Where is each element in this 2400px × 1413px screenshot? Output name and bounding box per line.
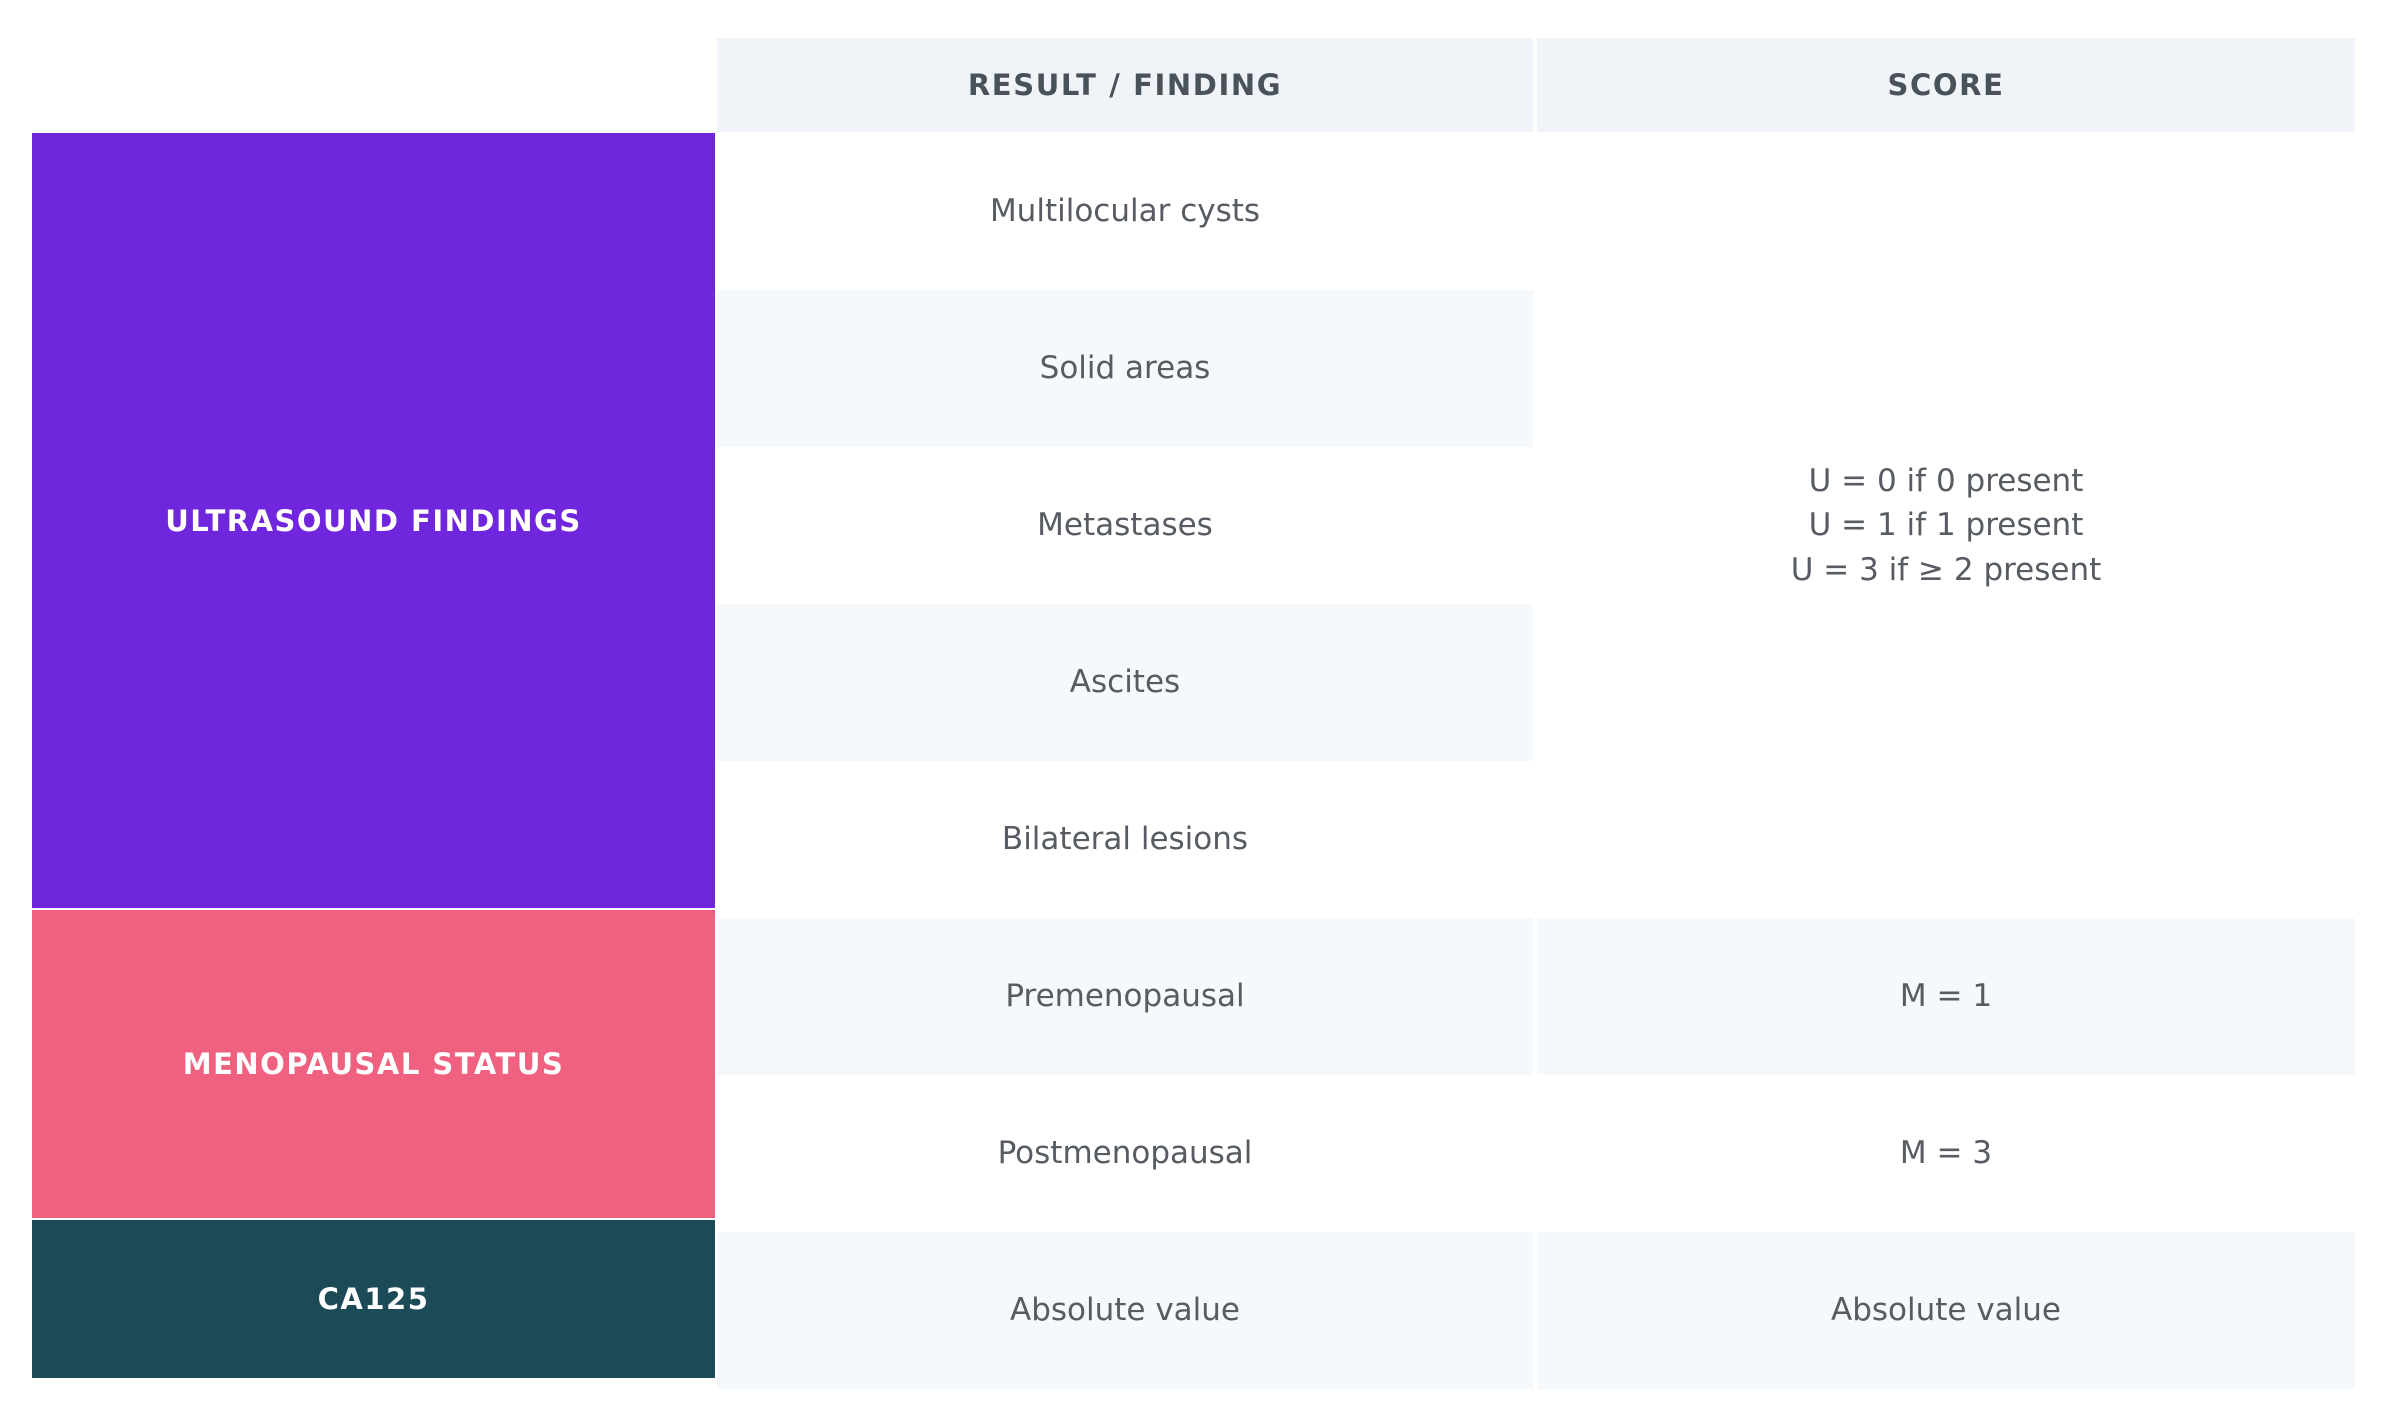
- result-cell: Absolute value: [717, 1232, 1533, 1389]
- category-label-ca125: CA125: [317, 1282, 430, 1316]
- score-cell-ultrasound-merged: U = 0 if 0 present U = 1 if 1 present U …: [1537, 133, 2355, 918]
- category-label-ultrasound-findings: ULTRASOUND FINDINGS: [165, 503, 582, 538]
- result-cell-label: Absolute value: [1009, 1292, 1241, 1329]
- score-ultrasound-line-1: U = 0 if 0 present: [1808, 463, 2084, 500]
- table-row: Postmenopausal M = 3: [717, 1075, 2355, 1232]
- result-cell-label: Premenopausal: [1005, 978, 1245, 1015]
- column-header-score: SCORE: [1537, 38, 2355, 132]
- table-row: Absolute value Absolute value: [717, 1232, 2355, 1389]
- column-header-score-label: SCORE: [1887, 68, 2005, 102]
- result-cell-label: Solid areas: [1039, 350, 1211, 387]
- table-body: U = 0 if 0 present U = 1 if 1 present U …: [717, 133, 2355, 1389]
- result-cell: Ascites: [717, 604, 1533, 761]
- score-cell-label: M = 3: [1899, 1135, 1993, 1172]
- score-cell-label: Absolute value: [1830, 1292, 2062, 1329]
- result-cell: Postmenopausal: [717, 1075, 1533, 1232]
- category-block-ultrasound-findings: ULTRASOUND FINDINGS: [32, 133, 715, 908]
- result-cell: Metastases: [717, 447, 1533, 604]
- score-ultrasound-line-3: U = 3 if ≥ 2 present: [1790, 551, 2102, 588]
- result-cell: Multilocular cysts: [717, 133, 1533, 290]
- result-cell-label: Multilocular cysts: [989, 193, 1261, 230]
- table-header-row: RESULT / FINDING SCORE: [717, 38, 2355, 132]
- result-cell-label: Postmenopausal: [997, 1135, 1253, 1172]
- category-block-menopausal-status: MENOPAUSAL STATUS: [32, 910, 715, 1218]
- column-header-result: RESULT / FINDING: [717, 38, 1533, 132]
- category-label-menopausal-status: MENOPAUSAL STATUS: [182, 1047, 565, 1081]
- column-header-result-label: RESULT / FINDING: [967, 68, 1283, 102]
- score-ultrasound-line-2: U = 1 if 1 present: [1808, 507, 2084, 544]
- result-cell-label: Ascites: [1069, 664, 1181, 701]
- score-cell: Absolute value: [1537, 1232, 2355, 1389]
- score-cell: M = 3: [1537, 1075, 2355, 1232]
- result-cell-label: Metastases: [1037, 507, 1213, 544]
- score-cell-label: M = 1: [1899, 978, 1993, 1015]
- risk-of-malignancy-index-table: RESULT / FINDING SCORE ULTRASOUND FINDIN…: [0, 0, 2400, 1413]
- table-row: Premenopausal M = 1: [717, 918, 2355, 1075]
- score-cell: M = 1: [1537, 918, 2355, 1075]
- category-block-ca125: CA125: [32, 1220, 715, 1378]
- score-ultrasound-text: U = 0 if 0 present U = 1 if 1 present U …: [1791, 459, 2102, 591]
- result-cell: Premenopausal: [717, 918, 1533, 1075]
- result-cell-label: Bilateral lesions: [1001, 821, 1249, 858]
- result-cell: Solid areas: [717, 290, 1533, 447]
- result-cell: Bilateral lesions: [717, 761, 1533, 918]
